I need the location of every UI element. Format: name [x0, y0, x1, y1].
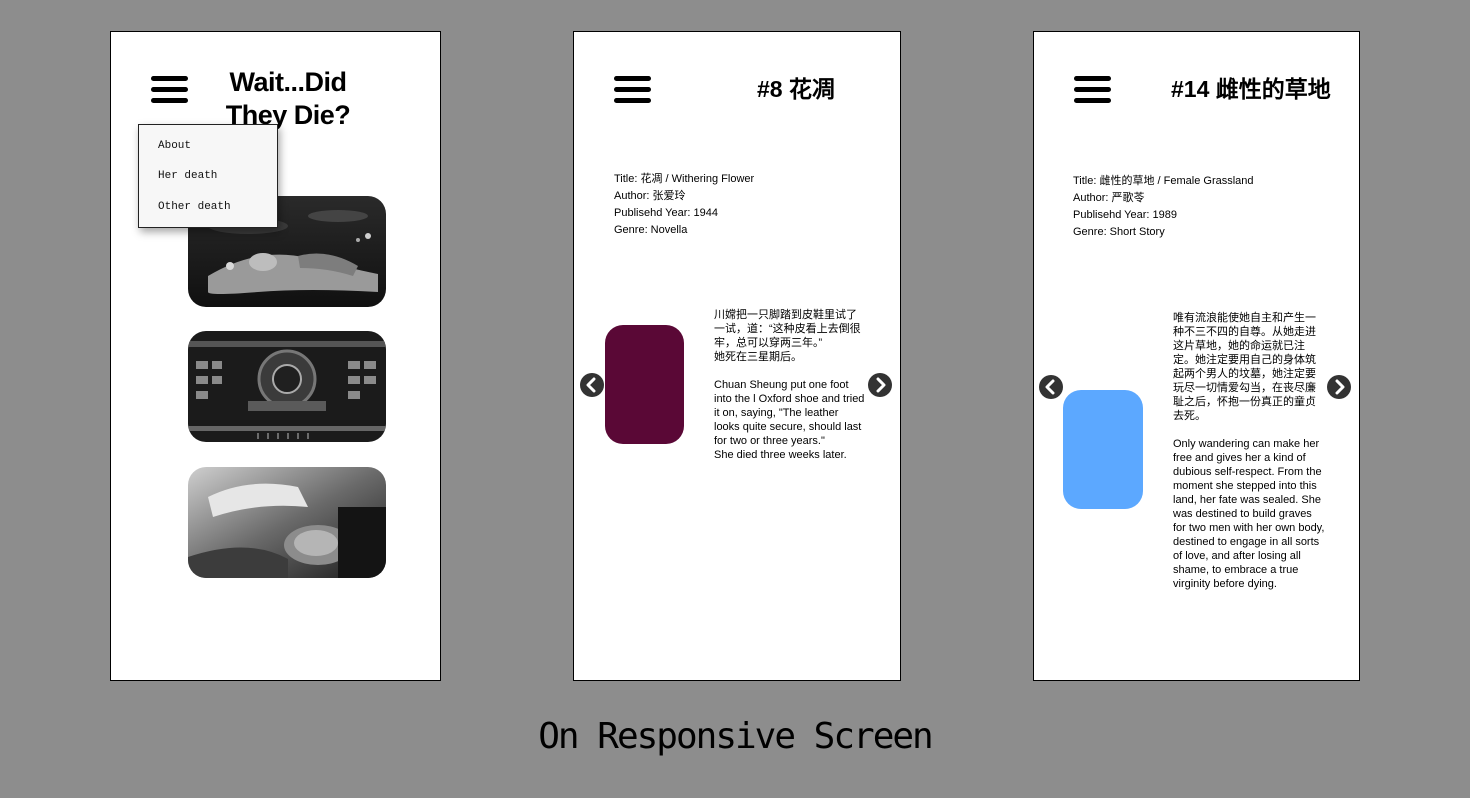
caption: On Responsive Screen: [538, 716, 933, 757]
quote-zh: 唯有流浪能使她自主和产生一种不三不四的自尊。从她走进这片草地，她的命运就已注定。…: [1173, 312, 1316, 422]
film-metadata: Title: 雌性的草地 / Female Grassland Author: …: [1073, 173, 1254, 241]
menu-item-other-death[interactable]: Other death: [158, 201, 231, 213]
nav-dropdown-menu: About Her death Other death: [138, 124, 278, 228]
film-thumbnail-space[interactable]: [188, 331, 386, 442]
menu-item-her-death[interactable]: Her death: [158, 170, 217, 182]
page-title: #14 雌性的草地: [1171, 76, 1331, 102]
quote-en: Chuan Sheung put one foot into the l Oxf…: [714, 379, 865, 447]
quote-zh-2: 她死在三星期后。: [714, 351, 802, 363]
meta-genre: Genre: Short Story: [1073, 226, 1165, 238]
film-metadata: Title: 花凋 / Withering Flower Author: 张爱玲…: [614, 171, 754, 239]
quote-text: 唯有流浪能使她自主和产生一种不三不四的自尊。从她走进这片草地，她的命运就已注定。…: [1173, 311, 1325, 605]
hamburger-menu-icon[interactable]: [614, 76, 651, 104]
next-arrow-icon[interactable]: [1327, 375, 1351, 399]
next-arrow-icon[interactable]: [868, 373, 892, 397]
meta-title: Title: 花凋 / Withering Flower: [614, 173, 755, 185]
film-detail-screen-14: #14 雌性的草地 Title: 雌性的草地 / Female Grasslan…: [1033, 31, 1360, 681]
meta-title: Title: 雌性的草地 / Female Grassland: [1073, 175, 1254, 187]
color-swatch: [605, 325, 684, 444]
film-detail-screen-8: #8 花凋 Title: 花凋 / Withering Flower Autho…: [573, 31, 901, 681]
color-swatch: [1063, 390, 1143, 509]
quote-zh: 川嫦把一只脚踏到皮鞋里试了一试，道：“这种皮看上去倒很牢，总可以穿两三年。”: [714, 309, 861, 349]
hamburger-menu-icon[interactable]: [151, 76, 188, 104]
meta-author: Author: 张爱玲: [614, 190, 686, 202]
meta-year: Publisehd Year: 1944: [614, 207, 718, 219]
menu-item-about[interactable]: About: [158, 140, 191, 152]
prev-arrow-icon[interactable]: [580, 373, 604, 397]
page-title: #8 花凋: [757, 76, 835, 102]
quote-text: 川嫦把一只脚踏到皮鞋里试了一试，道：“这种皮看上去倒很牢，总可以穿两三年。” 她死…: [714, 308, 866, 476]
film-thumbnail-portrait[interactable]: [188, 467, 386, 578]
home-screen: Wait...Did They Die? About Her death Oth…: [110, 31, 441, 681]
hamburger-menu-icon[interactable]: [1074, 76, 1111, 104]
quote-en-2: She died three weeks later.: [714, 449, 847, 461]
prev-arrow-icon[interactable]: [1039, 375, 1063, 399]
meta-genre: Genre: Novella: [614, 224, 688, 236]
page-title: Wait...Did They Die?: [225, 67, 351, 130]
quote-en: Only wandering can make her free and giv…: [1173, 438, 1325, 590]
meta-author: Author: 严歌苓: [1073, 192, 1145, 204]
meta-year: Publisehd Year: 1989: [1073, 209, 1177, 221]
